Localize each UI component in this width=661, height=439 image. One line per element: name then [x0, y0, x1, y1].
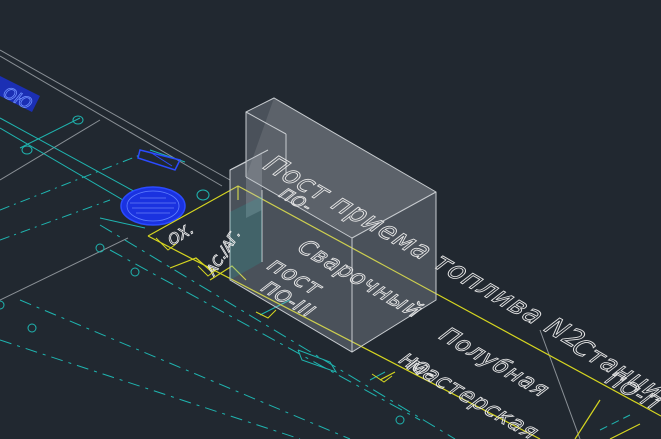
hatched-ellipse-icon — [120, 186, 186, 226]
cad-viewport[interactable]: ОЮ Пост приема топлива N2 ПО- Сварочный … — [0, 0, 661, 439]
drawing-canvas[interactable]: ОЮ Пост приема топлива N2 ПО- Сварочный … — [0, 0, 661, 439]
blue-hatched-elements: ОЮ — [0, 76, 186, 226]
